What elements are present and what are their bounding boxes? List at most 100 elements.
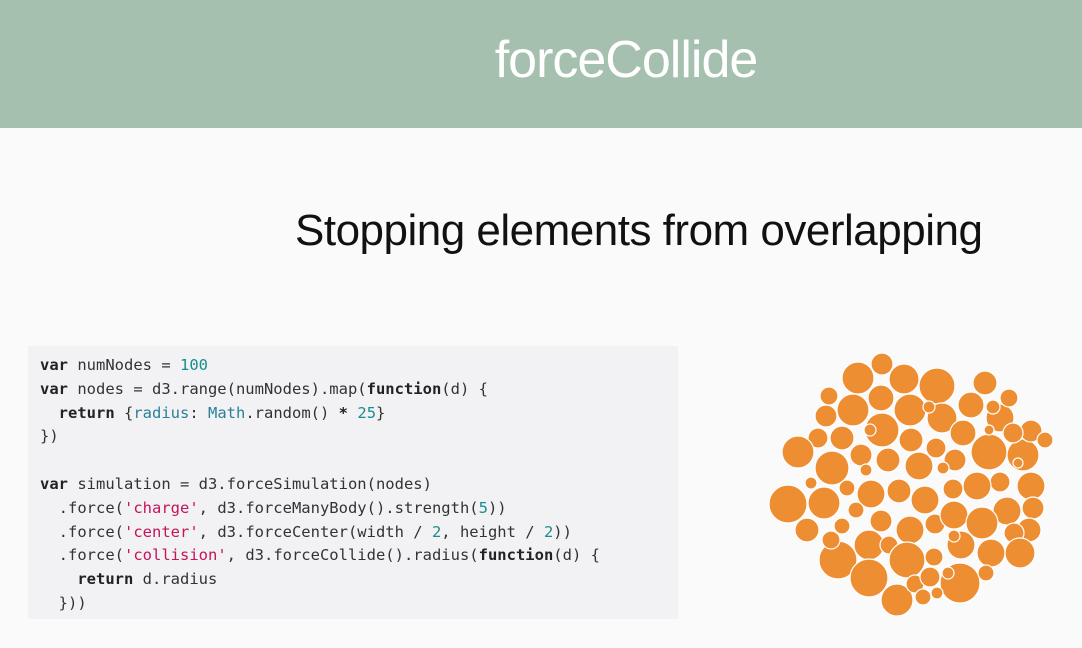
bubble-node [829,425,855,451]
bubble-node [949,419,977,447]
code-token: return [58,403,115,422]
code-token: function [366,379,442,398]
slide-header: forceCollide [0,0,1082,128]
bubble-node [989,471,1011,493]
bubble-node [807,486,841,520]
code-line: var numNodes = 100 [40,354,600,378]
bubble-node [869,509,893,533]
code-token: (d) { [553,546,600,565]
code-token: Math [208,403,246,422]
code-token: simulation = d3.forceSimulation(nodes) [68,474,432,493]
code-token: var [40,379,68,398]
bubble-node [895,515,925,545]
bubble-node [918,367,956,405]
bubble-node [924,547,944,567]
code-token: .force( [40,522,124,541]
bubble-node [1036,431,1054,449]
bubble-node [910,485,940,515]
code-line: }) [40,425,600,449]
code-token: { [114,403,134,422]
bubble-node [999,388,1019,408]
slide-title: forceCollide [494,31,759,89]
code-token: )) [553,522,572,541]
bubble-node [875,447,901,473]
code-token: .random() [245,403,339,422]
code-snippet-panel: var numNodes = 100 var nodes = d3.range(n… [28,346,678,619]
code-token: d.radius [133,570,218,589]
bubble-node [1006,438,1040,472]
bubble-node [1021,496,1045,520]
code-token: )) [487,498,507,517]
bubble-node [859,463,873,477]
bubble-node [939,500,969,530]
code-token: radius [133,403,190,422]
bubble-node [972,370,998,396]
bubble-node [781,435,815,469]
bubble-node [1012,457,1024,469]
bubble-node [849,558,889,598]
bubble-node [898,427,924,453]
slide-subtitle: Stopping elements from overlapping [295,206,983,255]
bubble-node [904,451,934,481]
bubble-node [838,479,856,497]
bubble-node [962,471,992,501]
code-token: : [189,403,209,422]
code-line: })) [40,592,600,616]
bubble-node [941,566,955,580]
bubble-node [983,424,995,436]
code-token: (d) { [441,379,488,398]
bubble-node [833,517,851,535]
bubble-node [794,517,820,543]
code-token: 'charge' [124,498,199,517]
bubble-node [914,588,932,606]
bubble-node [976,538,1006,568]
bubble-node [947,529,961,543]
code-token: 'center' [124,522,199,541]
bubble-node [821,530,841,550]
bubble-node [970,433,1008,471]
code-line: .force('collision', d3.forceCollide().ra… [40,544,600,568]
bubble-node [888,541,926,579]
code-line: return {radius: Math.random() * 25} [40,402,600,426]
code-token: } [376,403,386,422]
bubble-node [819,386,839,406]
code-token: 25 [357,403,377,422]
bubble-node [1002,422,1024,444]
bubble-node [893,393,927,427]
collision-bubble-illustration [768,352,1054,617]
code-token: , height / [441,522,544,541]
code-token: , d3.forceManyBody().strength( [198,498,479,517]
bubble-node [836,393,870,427]
bubble-node [888,363,920,395]
code-token: var [40,474,68,493]
code-token: numNodes = [68,356,180,374]
code-token: .force( [40,546,124,565]
code-block: var numNodes = 100 var nodes = d3.range(n… [40,354,600,616]
bubble-node [814,450,850,486]
bubble-node [936,461,950,475]
code-line: var nodes = d3.range(numNodes).map(funct… [40,378,600,402]
bubble-node [804,476,818,490]
code-token: var [40,356,68,374]
bubble-node [768,484,808,524]
code-token: , d3.forceCenter(width / [198,522,432,541]
code-token: 'collision' [124,546,227,565]
bubble-node [886,478,912,504]
bubble-node [870,352,894,376]
code-token: }) [40,427,59,446]
code-line: var simulation = d3.forceSimulation(node… [40,473,600,497]
code-token: return [77,570,134,589]
bubble-node [919,566,941,588]
bubble-node [930,586,944,600]
bubble-node [863,423,877,437]
bubble-node [867,384,895,412]
code-line: return d.radius [40,568,600,592]
code-token: * [338,403,349,422]
code-token: .force( [40,498,124,517]
code-token: , d3.forceCollide().radius( [226,546,479,565]
bubble-node [977,564,995,582]
bubble-node [922,400,936,414]
